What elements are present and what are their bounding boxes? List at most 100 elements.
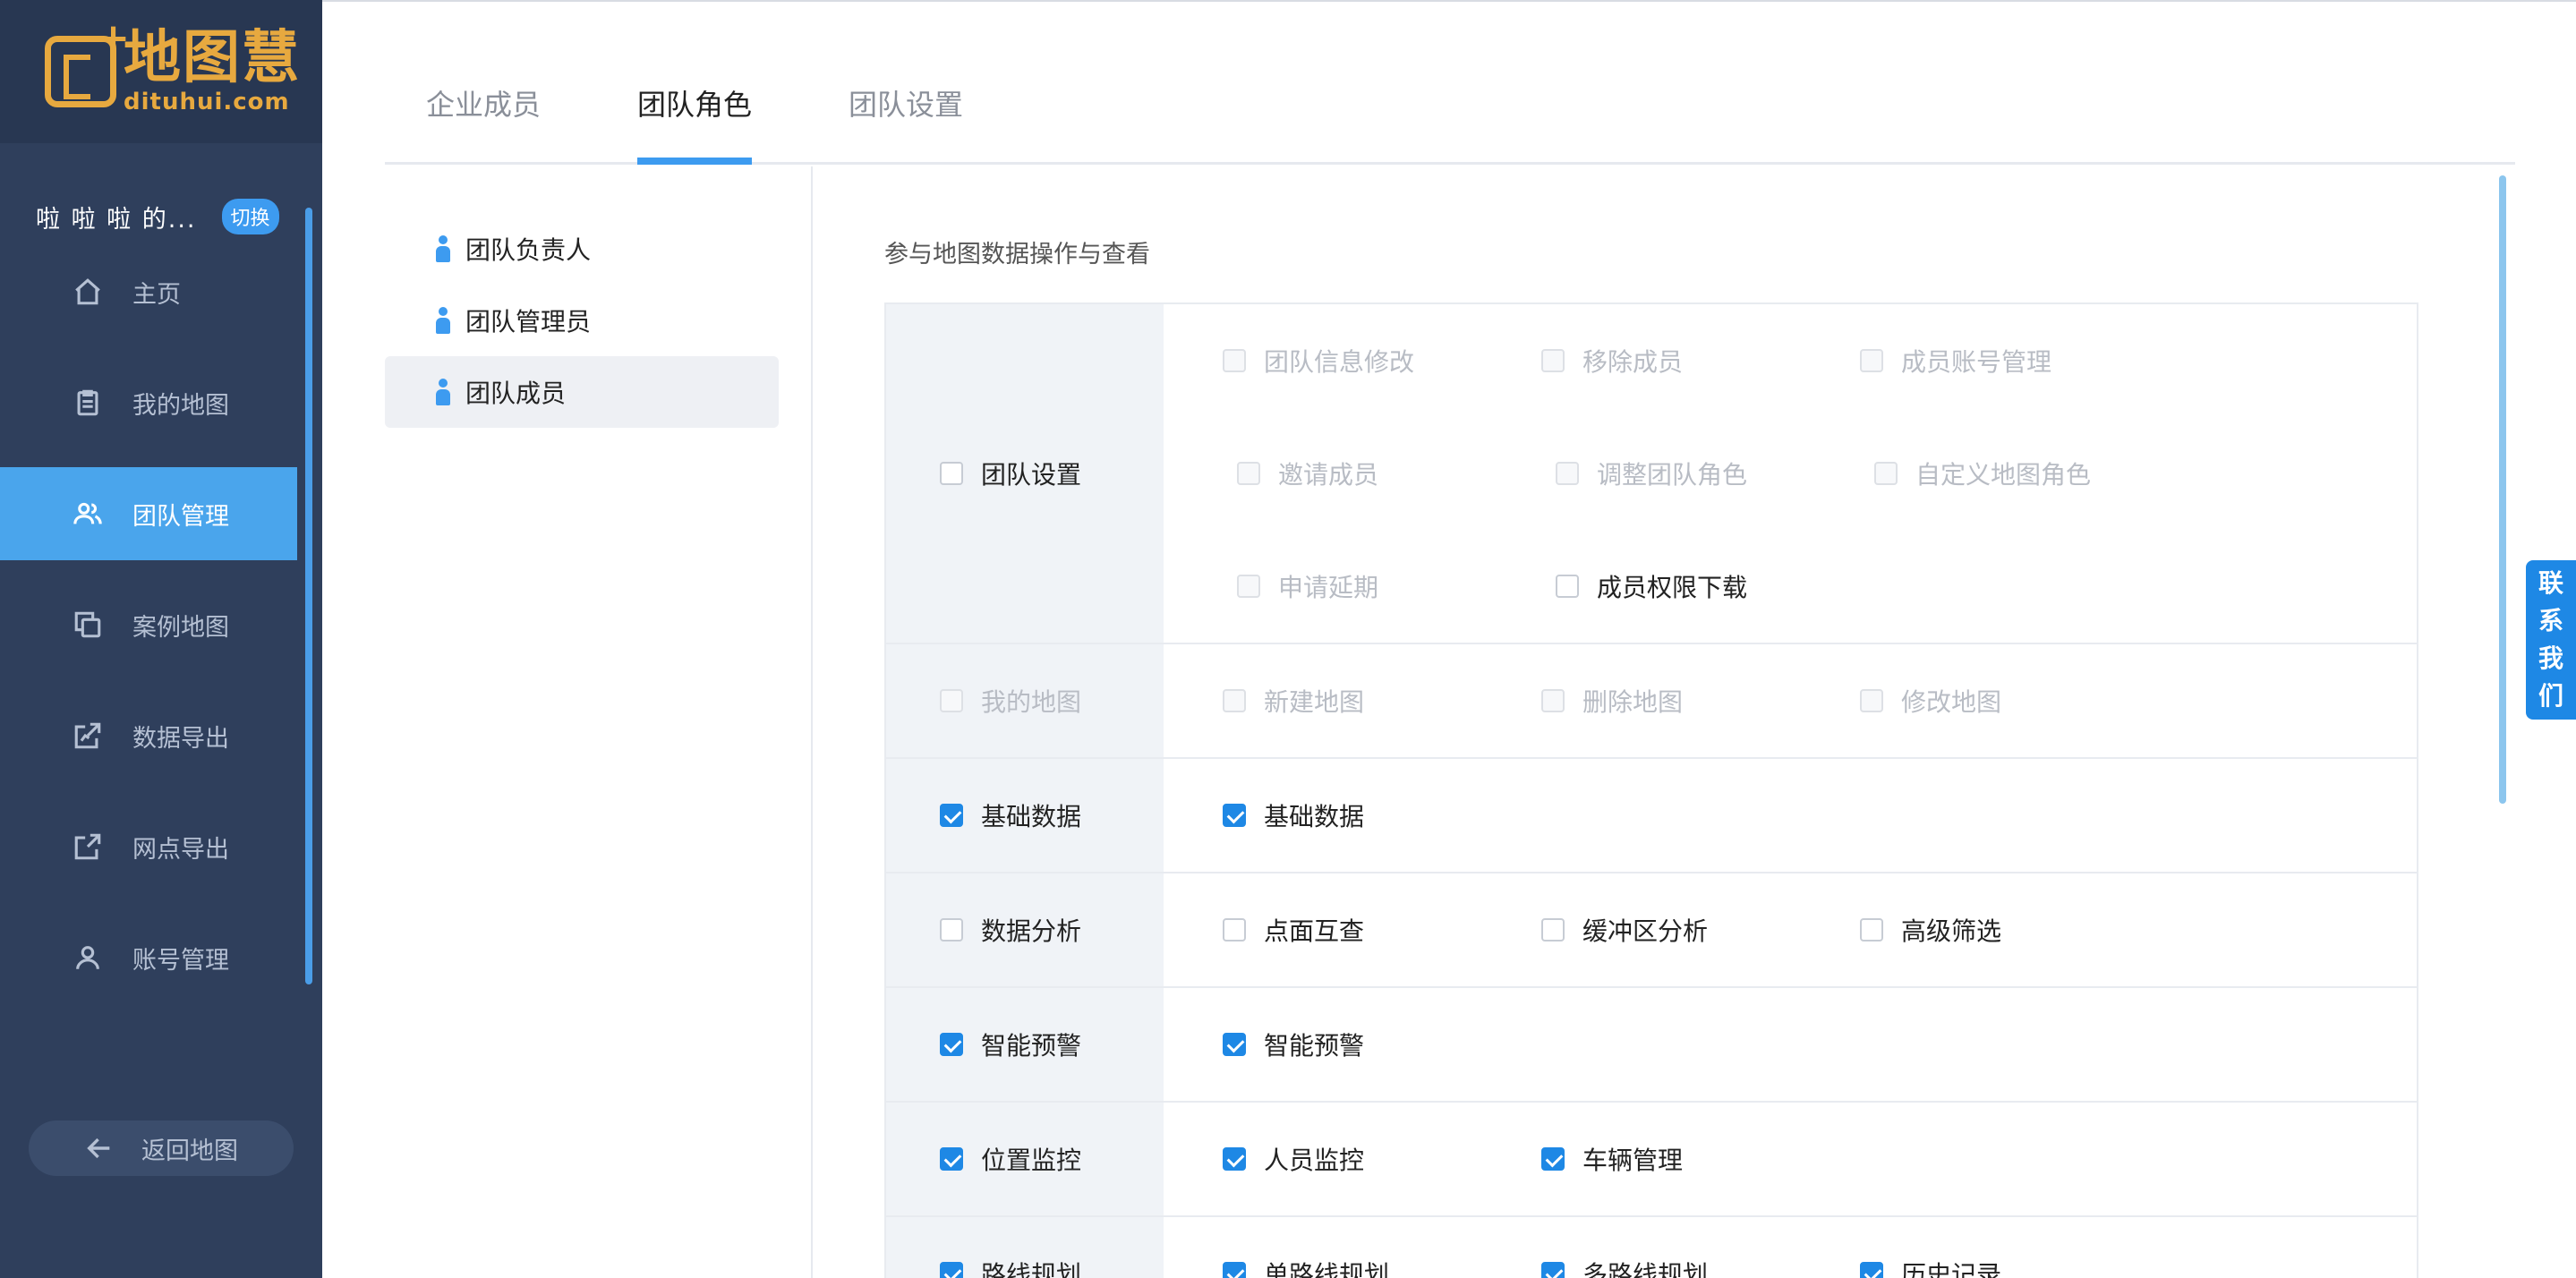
permission-item[interactable]: 历史记录 bbox=[1860, 1217, 2179, 1278]
permission-item[interactable]: 成员权限下载 bbox=[1556, 530, 1874, 643]
sidebar-item-0[interactable]: 主页 bbox=[0, 245, 297, 338]
permission-checkbox[interactable] bbox=[1223, 1147, 1246, 1171]
permission-label: 移除成员 bbox=[1582, 347, 1684, 377]
arrow-left-icon bbox=[87, 1137, 110, 1159]
permission-category[interactable]: 路线规划 bbox=[886, 1217, 1164, 1278]
permission-label: 高级筛选 bbox=[1901, 916, 2002, 946]
permission-checkbox bbox=[1223, 689, 1246, 712]
permission-checkbox[interactable] bbox=[1541, 1147, 1565, 1171]
permission-row: 位置监控 人员监控 车辆管理 bbox=[886, 1103, 2417, 1217]
permission-category[interactable]: 位置监控 bbox=[886, 1103, 1164, 1215]
permission-category[interactable]: 团队设置 bbox=[886, 304, 1164, 643]
switch-team-button[interactable]: 切换 bbox=[221, 199, 279, 234]
category-checkbox[interactable] bbox=[940, 462, 963, 485]
sidebar-item-1[interactable]: 我的地图 bbox=[0, 356, 297, 449]
category-label: 我的地图 bbox=[981, 687, 1082, 717]
permission-checkbox bbox=[1860, 689, 1883, 712]
permission-checkbox[interactable] bbox=[1556, 575, 1579, 598]
category-checkbox[interactable] bbox=[940, 1262, 963, 1278]
permission-table: 团队设置 团队信息修改 移除成员 成员账号管理邀请成员 调整团队角色 自定义地图角色申请延… bbox=[884, 302, 2418, 1278]
logo[interactable]: 地图慧 dituhui.com bbox=[0, 0, 322, 143]
sidebar-item-2[interactable]: 团队管理 bbox=[0, 467, 297, 560]
permission-item[interactable]: 单路线规划 bbox=[1223, 1217, 1541, 1278]
permission-label: 成员权限下载 bbox=[1597, 573, 1748, 602]
role-item-team-leader[interactable]: 团队负责人 bbox=[385, 213, 779, 285]
category-label: 位置监控 bbox=[981, 1146, 1082, 1175]
sidebar-item-label: 我的地图 bbox=[132, 391, 229, 420]
permission-checkbox[interactable] bbox=[1223, 1262, 1246, 1278]
permission-row: 我的地图 新建地图 删除地图 修改地图 bbox=[886, 644, 2417, 759]
permission-items: 单路线规划 多路线规划 历史记录 bbox=[1164, 1217, 2417, 1278]
permission-checkbox bbox=[1874, 462, 1898, 485]
category-checkbox[interactable] bbox=[940, 918, 963, 941]
permission-checkbox[interactable] bbox=[1860, 918, 1883, 941]
permission-category[interactable]: 基础数据 bbox=[886, 759, 1164, 872]
permission-label: 邀请成员 bbox=[1278, 460, 1379, 490]
permission-item[interactable]: 智能预警 bbox=[1223, 988, 1541, 1101]
tab-team-roles[interactable]: 团队角色 bbox=[637, 82, 752, 124]
logo-text-en: dituhui.com bbox=[124, 89, 290, 115]
permission-label: 单路线规划 bbox=[1264, 1260, 1390, 1278]
permission-category[interactable]: 智能预警 bbox=[886, 988, 1164, 1101]
share-icon bbox=[72, 831, 104, 863]
sidebar-item-4[interactable]: 数据导出 bbox=[0, 689, 297, 782]
permission-item[interactable]: 基础数据 bbox=[1223, 759, 1541, 872]
category-checkbox[interactable] bbox=[940, 1147, 963, 1171]
category-label: 智能预警 bbox=[981, 1031, 1082, 1061]
sidebar-scrollbar[interactable] bbox=[305, 208, 312, 984]
permission-label: 点面互查 bbox=[1264, 916, 1365, 946]
permission-category: 我的地图 bbox=[886, 644, 1164, 757]
copy-icon bbox=[72, 609, 104, 641]
permission-label: 基础数据 bbox=[1264, 802, 1365, 831]
permission-checkbox[interactable] bbox=[1223, 1033, 1246, 1056]
permission-label: 删除地图 bbox=[1582, 687, 1684, 717]
permission-checkbox bbox=[1223, 349, 1246, 372]
permission-label: 申请延期 bbox=[1278, 573, 1379, 602]
tab-team-settings[interactable]: 团队设置 bbox=[849, 82, 963, 124]
sidebar-item-6[interactable]: 账号管理 bbox=[0, 911, 297, 1004]
team-icon bbox=[72, 498, 104, 530]
permission-checkbox[interactable] bbox=[1223, 804, 1246, 827]
contact-us-button[interactable]: 联系我们 bbox=[2526, 560, 2576, 720]
permission-checkbox[interactable] bbox=[1541, 918, 1565, 941]
permission-item[interactable]: 缓冲区分析 bbox=[1541, 873, 1860, 986]
category-checkbox[interactable] bbox=[940, 1033, 963, 1056]
permission-checkbox bbox=[1237, 575, 1260, 598]
permission-item: 团队信息修改 bbox=[1223, 304, 1541, 417]
permission-item[interactable]: 车辆管理 bbox=[1541, 1103, 1860, 1215]
permission-label: 缓冲区分析 bbox=[1582, 916, 1709, 946]
category-label: 路线规划 bbox=[981, 1260, 1082, 1278]
sidebar-nav: 主页我的地图团队管理案例地图数据导出网点导出账号管理 bbox=[0, 245, 297, 1022]
user-icon bbox=[72, 941, 104, 974]
category-label: 团队设置 bbox=[981, 460, 1082, 490]
person-icon bbox=[435, 379, 451, 405]
permission-category[interactable]: 数据分析 bbox=[886, 873, 1164, 986]
role-item-team-admin[interactable]: 团队管理员 bbox=[385, 285, 779, 356]
permission-checkbox[interactable] bbox=[1541, 1262, 1565, 1278]
permission-checkbox[interactable] bbox=[1860, 1262, 1883, 1278]
permission-item[interactable]: 点面互查 bbox=[1223, 873, 1541, 986]
permission-checkbox bbox=[1541, 349, 1565, 372]
active-tab-indicator bbox=[637, 158, 752, 165]
export-icon bbox=[72, 720, 104, 752]
back-to-map-button[interactable]: 返回地图 bbox=[29, 1120, 294, 1176]
content-scrollbar[interactable] bbox=[2499, 175, 2506, 804]
sidebar-item-label: 数据导出 bbox=[132, 724, 229, 753]
contact-us-char: 们 bbox=[2538, 681, 2563, 711]
logo-mark-icon bbox=[45, 15, 130, 107]
permission-item[interactable]: 高级筛选 bbox=[1860, 873, 2179, 986]
category-checkbox[interactable] bbox=[940, 804, 963, 827]
permission-item: 自定义地图角色 bbox=[1874, 417, 2193, 530]
permission-item[interactable]: 多路线规划 bbox=[1541, 1217, 1860, 1278]
back-to-map-label: 返回地图 bbox=[141, 1137, 238, 1165]
tab-enterprise-members[interactable]: 企业成员 bbox=[426, 82, 541, 124]
role-item-team-member[interactable]: 团队成员 bbox=[385, 356, 779, 428]
sidebar-item-3[interactable]: 案例地图 bbox=[0, 578, 297, 671]
permission-label: 成员账号管理 bbox=[1901, 347, 2052, 377]
permission-item[interactable]: 人员监控 bbox=[1223, 1103, 1541, 1215]
permission-item: 修改地图 bbox=[1860, 644, 2179, 757]
permission-item: 调整团队角色 bbox=[1556, 417, 1874, 530]
permission-checkbox[interactable] bbox=[1223, 918, 1246, 941]
sidebar-item-5[interactable]: 网点导出 bbox=[0, 800, 297, 893]
role-label: 团队管理员 bbox=[465, 307, 592, 337]
